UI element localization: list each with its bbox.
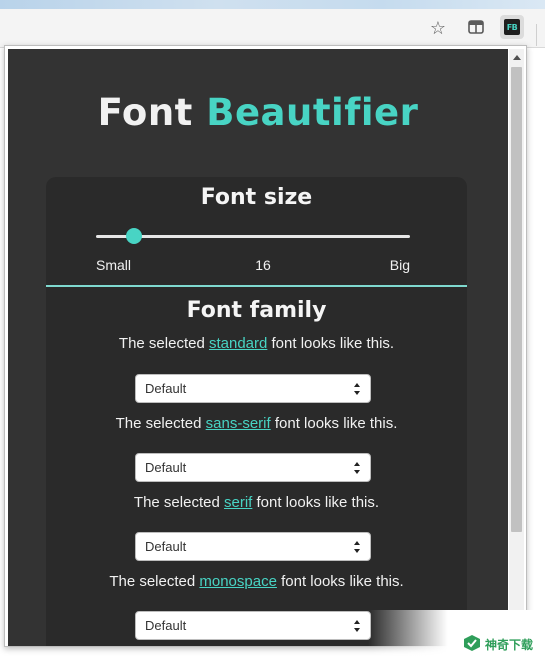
font-size-slider-thumb[interactable]	[125, 228, 142, 244]
watermark-logo-icon	[464, 635, 480, 651]
font-family-heading: Font family	[186, 298, 327, 323]
slider-min-label: Small	[96, 257, 132, 273]
font-size-heading: Font size	[200, 185, 313, 210]
select-value: Default	[145, 460, 187, 475]
standard-font-description: The selected standard font looks like th…	[46, 335, 467, 352]
font-size-value: 16	[255, 257, 271, 273]
select-value: Default	[145, 539, 187, 554]
scrollbar-thumb[interactable]	[511, 67, 522, 532]
app-title: Font Beautifier	[8, 91, 508, 134]
select-value: Default	[145, 618, 187, 633]
description-text: The selected	[109, 573, 200, 590]
serif-font-link[interactable]: serif	[224, 494, 252, 511]
select-value: Default	[145, 381, 187, 396]
description-text: The selected	[133, 494, 224, 511]
watermark-text: 神奇下载	[485, 638, 534, 652]
watermark: 神奇下载	[368, 610, 545, 666]
extension-popup: Font Beautifier Font size Small 16 Big F…	[4, 45, 527, 647]
description-text: font looks like this.	[270, 415, 398, 432]
select-arrows-icon	[354, 462, 360, 474]
select-arrows-icon	[354, 620, 360, 632]
popup-scrollbar[interactable]	[509, 49, 524, 646]
description-text: font looks like this.	[267, 335, 395, 352]
extension-badge: FB	[504, 19, 520, 35]
font-beautifier-extension-icon[interactable]: FB	[500, 15, 524, 39]
serif-font-select[interactable]: Default	[135, 532, 371, 561]
app-title-part2: Beautifier	[206, 91, 419, 134]
standard-font-link[interactable]: standard	[209, 335, 267, 352]
toolbar-divider	[536, 24, 537, 46]
select-arrows-icon	[354, 383, 360, 395]
scroll-up-arrow-icon[interactable]	[509, 49, 524, 64]
browser-tab-strip	[0, 0, 545, 9]
section-divider	[46, 285, 467, 287]
description-text: font looks like this.	[276, 573, 404, 590]
description-text: The selected	[115, 415, 206, 432]
standard-font-select[interactable]: Default	[135, 374, 371, 403]
browser-toolbar: ☆ FB	[0, 9, 545, 48]
monospace-font-link[interactable]: monospace	[199, 573, 277, 590]
serif-font-description: The selected serif font looks like this.	[46, 494, 467, 511]
font-size-slider-track[interactable]	[96, 235, 410, 238]
star-icon[interactable]: ☆	[426, 16, 450, 40]
sans-serif-font-description: The selected sans-serif font looks like …	[46, 415, 467, 432]
extension-icon[interactable]	[468, 20, 484, 34]
select-arrows-icon	[354, 541, 360, 553]
description-text: The selected	[118, 335, 209, 352]
app-title-part1: Font	[97, 91, 193, 134]
description-text: font looks like this.	[252, 494, 380, 511]
settings-card: Font size Small 16 Big Font family The s…	[46, 177, 467, 646]
monospace-font-select[interactable]: Default	[135, 611, 371, 640]
sans-serif-font-link[interactable]: sans-serif	[206, 415, 271, 432]
sans-serif-font-select[interactable]: Default	[135, 453, 371, 482]
monospace-font-description: The selected monospace font looks like t…	[46, 573, 467, 590]
slider-max-label: Big	[389, 257, 410, 273]
popup-content: Font Beautifier Font size Small 16 Big F…	[8, 49, 508, 646]
